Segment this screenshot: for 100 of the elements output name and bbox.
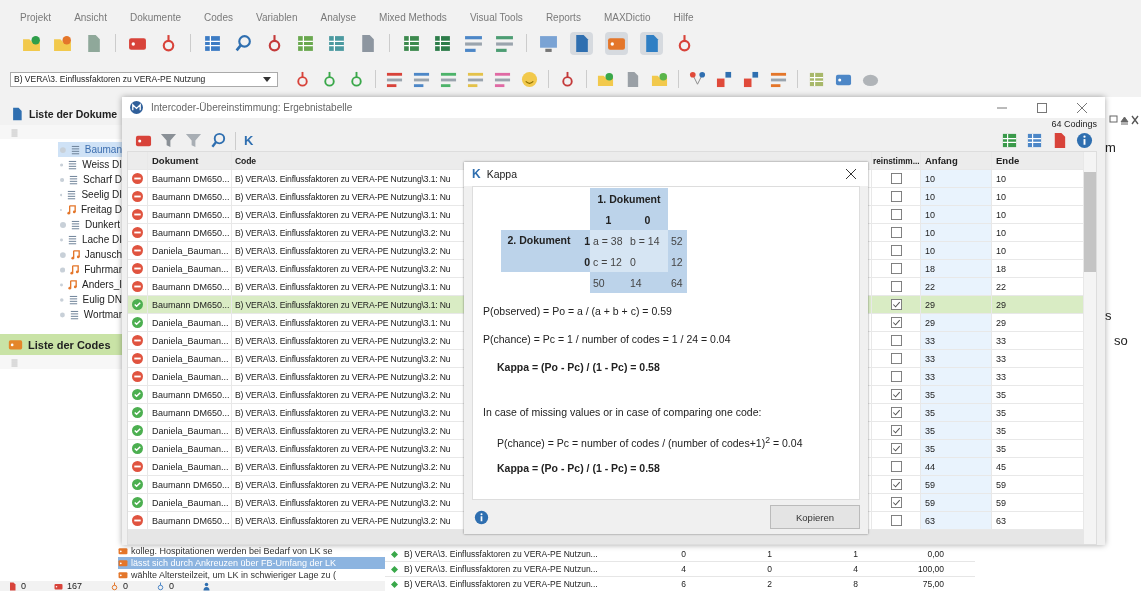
- table-icon[interactable]: [433, 33, 452, 53]
- menu-item[interactable]: Visual Tools: [469, 11, 523, 23]
- bars-icon[interactable]: [494, 70, 511, 88]
- document-item[interactable]: Freitag D: [58, 202, 122, 217]
- checkbox[interactable]: [890, 191, 902, 202]
- table-icon[interactable]: [327, 33, 346, 53]
- folder-icon[interactable]: [22, 33, 41, 53]
- menu-item[interactable]: MAXDictio: [603, 11, 651, 23]
- column-header[interactable]: Dokument: [148, 152, 232, 169]
- table-icon[interactable]: [402, 33, 421, 53]
- info-icon[interactable]: [474, 509, 489, 525]
- info-icon[interactable]: [1076, 132, 1093, 149]
- table-icon[interactable]: [296, 33, 315, 53]
- menu-item[interactable]: Analyse: [320, 11, 357, 23]
- folder-icon[interactable]: [651, 70, 668, 88]
- code-dropdown[interactable]: B) VERA\3. Einflussfaktoren zu VERA-PE Nutzung: [10, 71, 278, 87]
- scrollbar[interactable]: [1084, 152, 1096, 544]
- menu-item[interactable]: Hilfe: [673, 11, 694, 23]
- checkbox[interactable]: [890, 209, 902, 220]
- bars-icon[interactable]: [386, 70, 403, 88]
- document-item[interactable]: Dunkert: [58, 217, 122, 232]
- checkbox[interactable]: [890, 281, 902, 292]
- checkbox[interactable]: [890, 497, 902, 508]
- code-icon[interactable]: [321, 70, 338, 88]
- table-icon[interactable]: [203, 33, 222, 53]
- table-cell: Baumann DM650...: [148, 188, 232, 205]
- checkbox[interactable]: [890, 389, 902, 400]
- bars-icon[interactable]: [770, 70, 787, 88]
- document-item[interactable]: Eulig DN: [58, 292, 122, 307]
- table-cell-text: 1: [852, 549, 859, 559]
- bars-icon[interactable]: [464, 33, 483, 53]
- document-item[interactable]: Janusch: [58, 247, 122, 262]
- document-item[interactable]: Wortmar: [58, 307, 122, 322]
- document-item[interactable]: Fuhrmar: [58, 262, 122, 277]
- panel-controls-icon[interactable]: [1109, 115, 1139, 125]
- bars-icon[interactable]: [440, 70, 457, 88]
- checkbox[interactable]: [890, 245, 902, 256]
- menu-item[interactable]: Projekt: [20, 11, 52, 23]
- checkbox[interactable]: [890, 515, 902, 526]
- menu-item[interactable]: Mixed Methods: [379, 11, 447, 23]
- code-icon[interactable]: [348, 70, 365, 88]
- document-icon[interactable]: [640, 31, 663, 55]
- table-icon[interactable]: [808, 70, 825, 88]
- checkbox[interactable]: [890, 263, 902, 274]
- blocks-icon[interactable]: [743, 70, 760, 88]
- document-item[interactable]: Anders_I: [58, 277, 122, 292]
- menu-item[interactable]: Ansicht: [74, 11, 107, 23]
- search-icon[interactable]: [210, 132, 227, 149]
- document-item[interactable]: Bauman: [58, 142, 122, 157]
- bars-icon[interactable]: [495, 33, 514, 53]
- checkbox[interactable]: [890, 173, 902, 184]
- folder-icon[interactable]: [53, 33, 72, 53]
- document-item[interactable]: Lache DI: [58, 232, 122, 247]
- menu-item[interactable]: Dokumente: [129, 11, 182, 23]
- smiley-icon[interactable]: [521, 70, 538, 88]
- caret-icon: [263, 76, 271, 82]
- close-icon[interactable]: [846, 169, 856, 179]
- text-document-icon: [70, 219, 81, 230]
- code-icon[interactable]: [294, 70, 311, 88]
- checkbox[interactable]: [890, 335, 902, 346]
- segment-item[interactable]: wählte Altersteilzeit, um LK in schwieriger Lage zu (: [118, 569, 385, 581]
- checkbox[interactable]: [890, 353, 902, 364]
- checkbox[interactable]: [890, 407, 902, 418]
- checkbox[interactable]: [890, 227, 902, 238]
- text-document-icon: [69, 144, 81, 155]
- table-cell: Baumann DM650...: [148, 512, 232, 529]
- document-icon[interactable]: [570, 31, 593, 55]
- maximize-icon[interactable]: [1037, 102, 1047, 113]
- document-item[interactable]: Weiss DI: [58, 157, 122, 172]
- menu-item[interactable]: Reports: [545, 11, 581, 23]
- menu-item[interactable]: Variablen: [255, 11, 298, 23]
- graph-icon[interactable]: [689, 70, 706, 88]
- music-note-icon: [69, 264, 81, 275]
- table-cell: Daniela_Bauman...: [148, 458, 232, 475]
- search-icon[interactable]: [234, 33, 253, 53]
- document-item[interactable]: Seelig DI: [58, 187, 122, 202]
- segment-item[interactable]: kolleg. Hospitationen werden bei Bedarf von LK se: [118, 545, 385, 557]
- bars-icon[interactable]: [467, 70, 484, 88]
- monitor-icon[interactable]: [539, 33, 558, 53]
- checkbox[interactable]: [890, 371, 902, 382]
- filter-icon[interactable]: [160, 132, 177, 149]
- code-icon[interactable]: [559, 70, 576, 88]
- menu-item[interactable]: Codes: [204, 11, 233, 23]
- kappa-button[interactable]: K: [244, 133, 254, 148]
- bars-icon[interactable]: [413, 70, 430, 88]
- checkbox[interactable]: [890, 317, 902, 328]
- copy-button[interactable]: Kopieren: [770, 505, 860, 529]
- checkbox[interactable]: [890, 425, 902, 436]
- text-fragment: s: [1105, 308, 1112, 323]
- document-icon: [10, 107, 24, 121]
- document-item[interactable]: Scharf D: [58, 172, 122, 187]
- checkbox[interactable]: [890, 299, 902, 310]
- checkbox[interactable]: [890, 443, 902, 454]
- table-icon[interactable]: [1001, 132, 1018, 149]
- checkbox[interactable]: [890, 461, 902, 472]
- table-icon[interactable]: [1026, 132, 1043, 149]
- checkbox[interactable]: [890, 479, 902, 490]
- tag-icon[interactable]: [605, 31, 628, 55]
- folder-icon[interactable]: [597, 70, 614, 88]
- blocks-icon[interactable]: [716, 70, 733, 88]
